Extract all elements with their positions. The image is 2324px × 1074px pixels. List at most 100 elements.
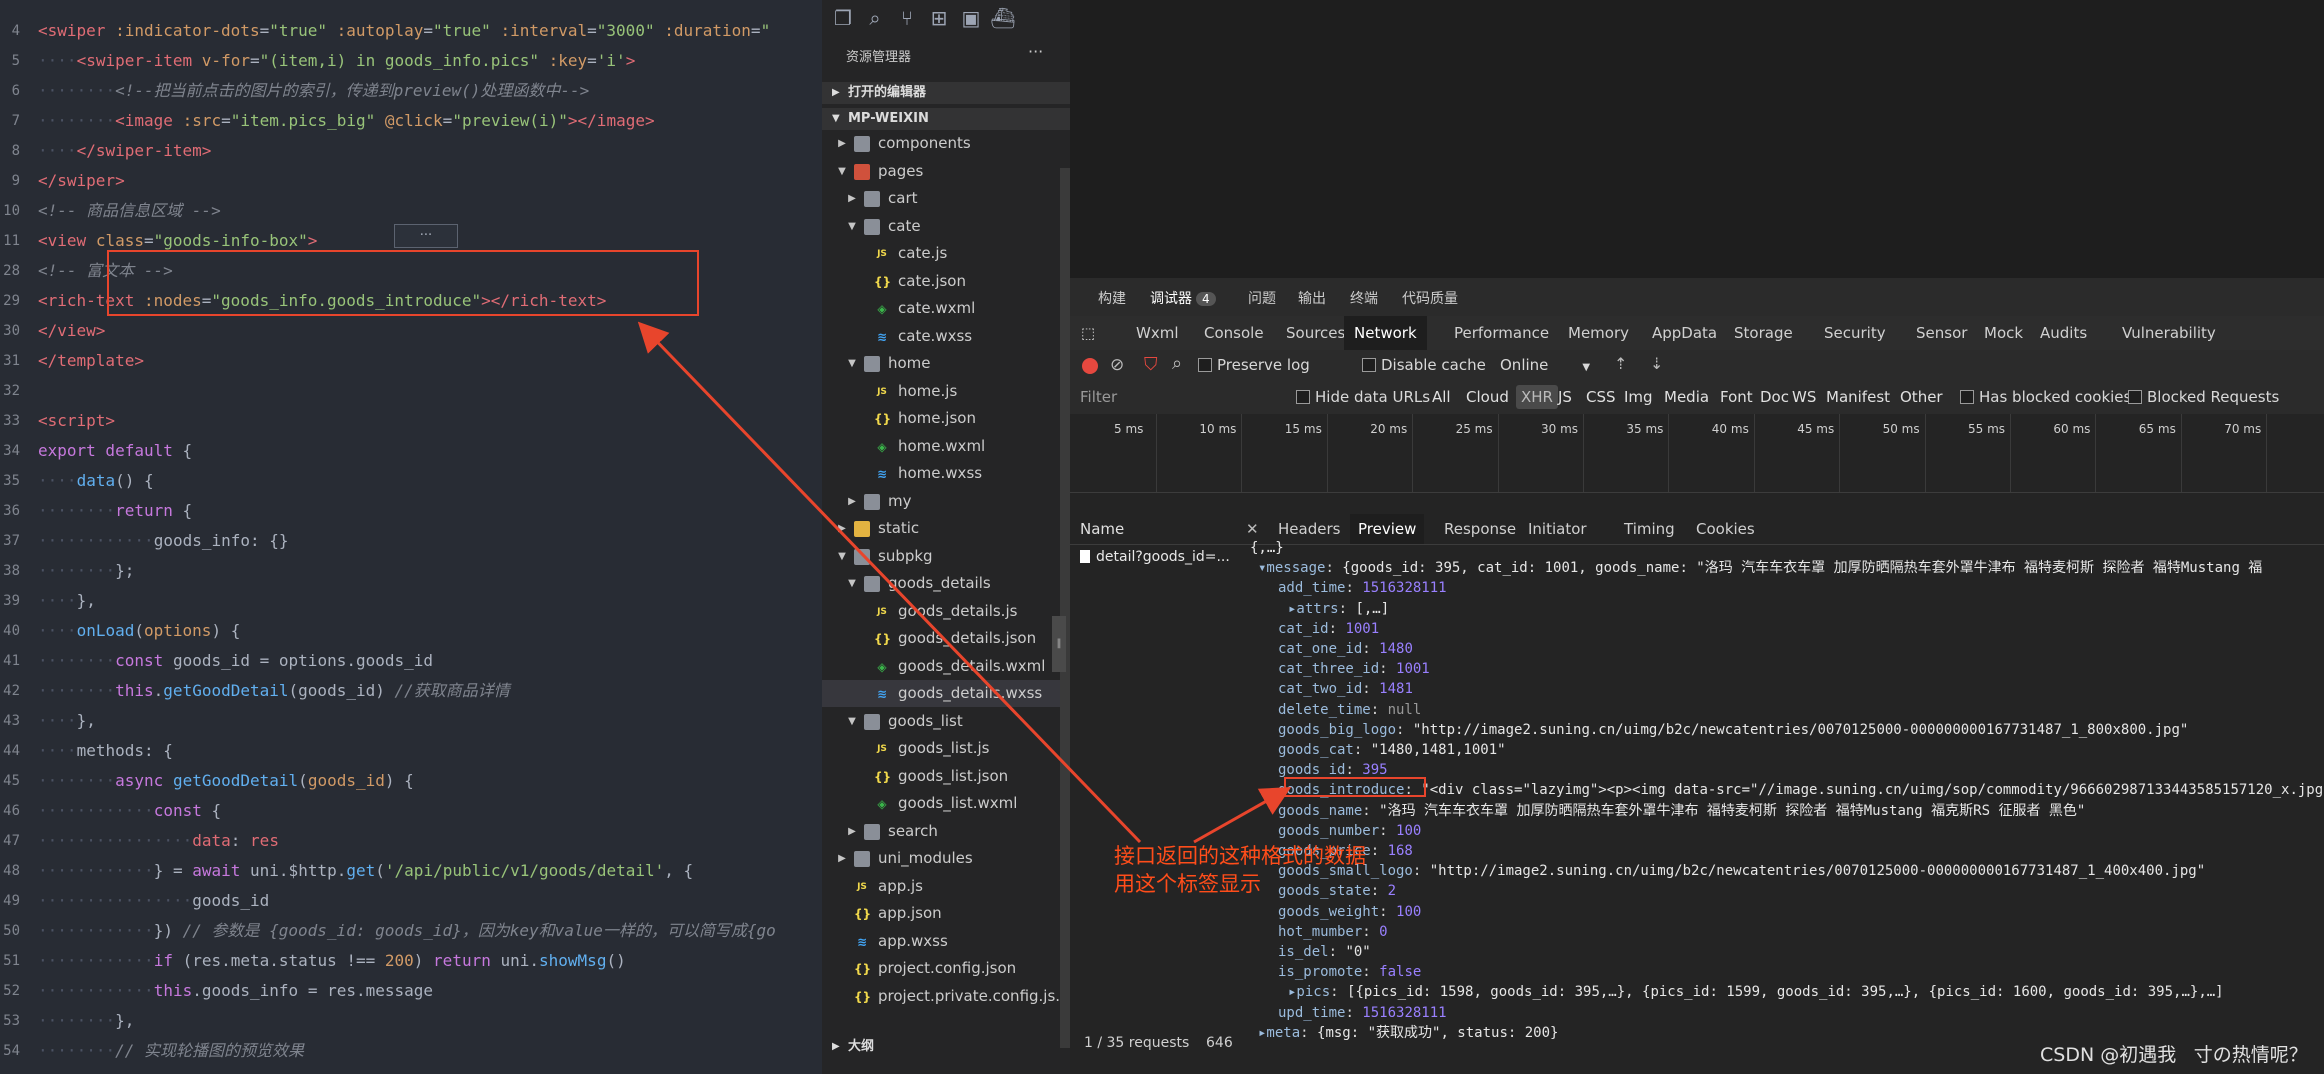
code-line[interactable]: 8 ····</swiper-item> [0, 136, 822, 166]
preview-row[interactable]: is_del: "0" [1236, 942, 2324, 962]
file-item[interactable]: ◈ goods_details.wxml [822, 653, 1070, 680]
tool-tab-mock[interactable]: Mock [1984, 316, 2023, 350]
tool-tab-performance[interactable]: Performance [1454, 316, 1549, 350]
code-line[interactable]: 30 </view> [0, 316, 822, 346]
filter-type-manifest[interactable]: Manifest [1826, 388, 1890, 406]
code-line[interactable]: 43 ····}, [0, 706, 822, 736]
panel-tab[interactable]: 终端 [1350, 288, 1378, 308]
file-item[interactable]: ◈ cate.wxml [822, 295, 1070, 322]
tool-tab-memory[interactable]: Memory [1568, 316, 1629, 350]
code-line[interactable]: 47 ················data: res [0, 826, 822, 856]
fold-button[interactable]: ··· [394, 224, 458, 248]
preview-row[interactable]: delete_time: null [1236, 700, 2324, 720]
import-icon[interactable]: ⇡ [1614, 354, 1627, 373]
filter-type-img[interactable]: Img [1624, 388, 1653, 406]
file-item[interactable]: ≋ cate.wxss [822, 323, 1070, 350]
folder-item[interactable]: ▶ static [822, 515, 1070, 542]
file-item[interactable]: {} goods_list.json [822, 763, 1070, 790]
code-line[interactable]: 36 ········return { [0, 496, 822, 526]
preview-row[interactable]: upd_time: 1516328111 [1236, 1003, 2324, 1023]
code-line[interactable]: 51 ············if (res.meta.status !== 20… [0, 946, 822, 976]
filter-type-all[interactable]: All [1432, 388, 1451, 406]
folder-item[interactable]: ▶ my [822, 488, 1070, 515]
preview-row[interactable]: goods_number: 100 [1236, 821, 2324, 841]
panel-tab[interactable]: 构建 [1098, 288, 1126, 308]
more-icon[interactable]: ··· [1028, 42, 1043, 61]
request-row[interactable]: detail?goods_id=... [1070, 544, 1236, 570]
preview-row[interactable]: cat_id: 1001 [1236, 619, 2324, 639]
panel-tab[interactable]: 问题 [1248, 288, 1276, 308]
filter-input[interactable]: Filter [1080, 388, 1117, 406]
code-line[interactable]: 46 ············const { [0, 796, 822, 826]
preview-row[interactable]: goods_cat: "1480,1481,1001" [1236, 740, 2324, 760]
folder-item[interactable]: ▼ pages [822, 158, 1070, 185]
record-icon[interactable] [1082, 358, 1098, 374]
tool-tab-vulnerability[interactable]: Vulnerability [2122, 316, 2216, 350]
tool-tab-wxml[interactable]: Wxml [1136, 316, 1179, 350]
blocked-requests-checkbox[interactable]: Blocked Requests [2128, 388, 2279, 406]
panel-tab[interactable]: 调试器 4 [1150, 288, 1216, 308]
preserve-log-checkbox[interactable]: Preserve log [1198, 356, 1310, 374]
tool-tab-network[interactable]: Network [1344, 316, 1427, 350]
extensions-icon[interactable]: ⊞ [926, 5, 952, 31]
folder-item[interactable]: ▼ goods_list [822, 708, 1070, 735]
folder-item[interactable]: ▶ components [822, 130, 1070, 157]
preview-row[interactable]: ▸attrs: [,…] [1236, 599, 2324, 619]
code-line[interactable]: 32 [0, 376, 822, 406]
disable-cache-checkbox[interactable]: Disable cache [1362, 356, 1486, 374]
code-line[interactable]: 38 ········}; [0, 556, 822, 586]
folder-item[interactable]: ▼ cate [822, 213, 1070, 240]
filter-icon[interactable]: ⛉ [1144, 354, 1158, 375]
code-line[interactable]: 44 ····methods: { [0, 736, 822, 766]
file-item[interactable]: JS goods_list.js [822, 735, 1070, 762]
filter-type-media[interactable]: Media [1664, 388, 1709, 406]
preview-row[interactable]: ▾message: {goods_id: 395, cat_id: 1001, … [1236, 558, 2324, 578]
code-line[interactable]: 48 ············} = await uni.$http.get('/… [0, 856, 822, 886]
preview-row[interactable]: cat_two_id: 1481 [1236, 679, 2324, 699]
filter-type-cloud[interactable]: Cloud [1466, 388, 1509, 406]
code-line[interactable]: 37 ············goods_info: {} [0, 526, 822, 556]
folder-item[interactable]: ▼ subpkg [822, 543, 1070, 570]
preview-row[interactable]: add_time: 1516328111 [1236, 578, 2324, 598]
preview-row[interactable]: ▸pics: [{pics_id: 1598, goods_id: 395,…}… [1236, 982, 2324, 1002]
name-column-header[interactable]: Name [1070, 514, 1236, 545]
code-line[interactable]: 45 ········async getGoodDetail(goods_id) … [0, 766, 822, 796]
tool-tab-console[interactable]: Console [1204, 316, 1264, 350]
hide-data-urls-checkbox[interactable]: Hide data URLs [1296, 388, 1430, 406]
preview-row[interactable]: goods_name: "洛玛 汽车车衣车罩 加厚防晒隔热车套外罩牛津布 福特麦… [1236, 801, 2324, 821]
code-line[interactable]: 49 ················goods_id [0, 886, 822, 916]
folder-item[interactable]: ▶ search [822, 818, 1070, 845]
file-item[interactable]: {} project.private.config.js... [822, 983, 1070, 1010]
folder-item[interactable]: ▶ cart [822, 185, 1070, 212]
code-line[interactable]: 53 ········}, [0, 1006, 822, 1036]
clear-icon[interactable]: ⊘ [1110, 355, 1124, 375]
file-item[interactable]: JS goods_details.js [822, 598, 1070, 625]
file-item[interactable]: ◈ goods_list.wxml [822, 790, 1070, 817]
file-item[interactable]: ◈ home.wxml [822, 433, 1070, 460]
tool-tab-storage[interactable]: Storage [1734, 316, 1793, 350]
file-item[interactable]: {} cate.json [822, 268, 1070, 295]
code-line[interactable]: 4 <swiper :indicator-dots="true" :autopla… [0, 16, 822, 46]
file-item[interactable]: JS home.js [822, 378, 1070, 405]
panel-resize-handle[interactable]: ‖ [1052, 616, 1066, 672]
preview-row[interactable]: cat_one_id: 1480 [1236, 639, 2324, 659]
preview-row[interactable]: goods_price: 168 [1236, 841, 2324, 861]
file-item[interactable]: {} app.json [822, 900, 1070, 927]
filter-type-ws[interactable]: WS [1792, 388, 1816, 406]
preview-row[interactable]: goods_state: 2 [1236, 881, 2324, 901]
code-line[interactable]: 10 <!-- 商品信息区域 --> [0, 196, 822, 226]
code-line[interactable]: 39 ····}, [0, 586, 822, 616]
folder-item[interactable]: ▶ uni_modules [822, 845, 1070, 872]
tool-tab-security[interactable]: Security [1824, 316, 1886, 350]
code-line[interactable]: 5 ····<swiper-item v-for="(item,i) in goo… [0, 46, 822, 76]
code-editor[interactable]: 4 <swiper :indicator-dots="true" :autopla… [0, 0, 822, 1074]
preview-row[interactable]: cat_three_id: 1001 [1236, 659, 2324, 679]
code-line[interactable]: 42 ········this.getGoodDetail(goods_id) /… [0, 676, 822, 706]
code-line[interactable]: 35 ····data() { [0, 466, 822, 496]
file-item[interactable]: {} project.config.json [822, 955, 1070, 982]
code-line[interactable]: 9 </swiper> [0, 166, 822, 196]
code-line[interactable]: 7 ········<image :src="item.pics_big" @cl… [0, 106, 822, 136]
folder-item[interactable]: ▼ home [822, 350, 1070, 377]
source-control-icon[interactable]: ⑂ [894, 5, 920, 31]
folder-item[interactable]: ▼ goods_details [822, 570, 1070, 597]
